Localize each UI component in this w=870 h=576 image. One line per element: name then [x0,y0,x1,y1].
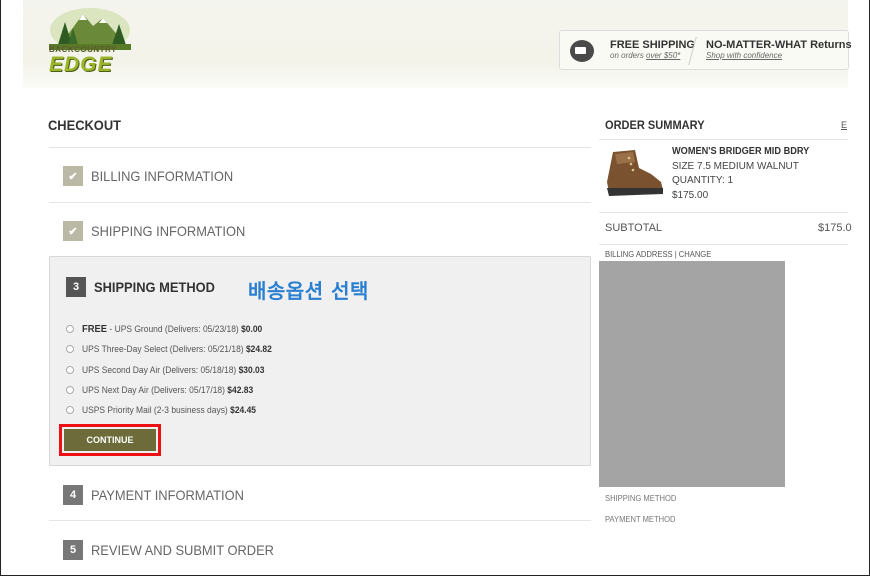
product-quantity: QUANTITY: 1 [672,175,734,186]
option-text: UPS Next Day Air (Delivers: 05/17/18) $4… [82,385,253,395]
shipping-option[interactable]: USPS Priority Mail (2-3 business days) $… [66,400,284,420]
radio-button[interactable] [66,325,74,334]
step-label: SHIPPING INFORMATION [91,223,246,239]
edit-cart-link[interactable]: E [841,120,847,130]
redacted-address-block [599,261,785,487]
option-price: $0.00 [241,323,263,334]
product-price: $175.00 [672,189,709,201]
radio-button[interactable] [66,386,74,395]
divider [599,244,848,245]
option-detail: - UPS Ground (Delivers: 05/23/18) [107,323,242,334]
returns-title: NO-MATTER-WHAT Returns [706,39,852,51]
option-detail: UPS Second Day Air (Delivers: 05/18/18) [82,364,239,375]
step-number: 5 [63,540,83,560]
truck-icon [570,40,594,62]
option-text: UPS Three-Day Select (Delivers: 05/21/18… [82,344,272,354]
option-price: $42.83 [227,385,254,396]
step-label: SHIPPING METHOD [94,279,215,295]
shipping-option[interactable]: UPS Second Day Air (Delivers: 05/18/18) … [66,360,284,380]
subtotal-value: $175.0 [818,222,852,234]
divider [49,202,591,203]
radio-button[interactable] [66,365,74,374]
shipping-option[interactable]: UPS Three-Day Select (Delivers: 05/21/18… [66,339,284,359]
free-shipping-sub-prefix: on orders [610,51,647,60]
logo-wordmark-edge: EDGE [49,53,113,76]
free-shipping-title: FREE SHIPPING [610,39,695,51]
page-title: CHECKOUT [48,117,121,133]
option-price: $30.03 [238,364,265,375]
option-detail: UPS Three-Day Select (Delivers: 05/21/18… [82,344,246,355]
payment-method-label: PAYMENT METHOD [605,515,676,524]
divider [599,212,848,213]
continue-button[interactable]: CONTINUE [64,429,156,451]
annotation-text: 배송옵션 선택 [248,279,369,303]
shipping-option[interactable]: UPS Next Day Air (Delivers: 05/17/18) $4… [66,380,284,400]
product-size: SIZE 7.5 MEDIUM WALNUT [672,160,799,172]
step-shipping-method: 3 SHIPPING METHOD [66,277,225,297]
option-name: FREE [82,323,108,335]
step-payment-information[interactable]: 4 PAYMENT INFORMATION [63,485,257,505]
check-icon: ✔ [63,166,83,186]
product-image[interactable] [605,148,665,200]
option-text: UPS Second Day Air (Delivers: 05/18/18) … [82,365,264,375]
option-detail: UPS Next Day Air (Delivers: 05/17/18) [82,385,228,396]
free-shipping-promo: FREE SHIPPING on orders over $50* [610,39,695,60]
step-label: PAYMENT INFORMATION [91,487,244,503]
step-number: 4 [63,485,83,505]
radio-button[interactable] [66,406,74,415]
continue-highlight: CONTINUE [59,424,161,456]
free-shipping-link[interactable]: over $50* [646,51,680,60]
step-billing-information[interactable]: ✔ BILLING INFORMATION [63,166,246,186]
billing-address-label[interactable]: BILLING ADDRESS | CHANGE [605,250,711,259]
divider [599,139,848,140]
promo-banner: FREE SHIPPING on orders over $50* NO-MAT… [559,30,852,70]
order-summary-title: ORDER SUMMARY [605,118,705,132]
option-text: USPS Priority Mail (2-3 business days) $… [82,405,256,415]
step-label: BILLING INFORMATION [91,168,234,184]
shipping-method-label: SHIPPING METHOD [605,494,677,503]
step-review-submit[interactable]: 5 REVIEW AND SUBMIT ORDER [63,540,290,560]
option-text: FREE - UPS Ground (Delivers: 05/23/18) $… [82,324,262,335]
divider [49,520,591,521]
free-shipping-subtitle: on orders over $50* [610,51,695,60]
option-detail: USPS Priority Mail (2-3 business days) [82,405,231,416]
returns-link[interactable]: Shop with confidence [706,51,782,60]
divider [49,147,591,148]
shipping-method-panel: 3 SHIPPING METHOD 배송옵션 선택 FREE - UPS Gro… [49,256,591,466]
shipping-options: FREE - UPS Ground (Delivers: 05/23/18) $… [66,319,284,420]
option-price: $24.82 [245,344,272,355]
product-name[interactable]: WOMEN'S BRIDGER MID BDRY [672,145,809,160]
boot-icon [607,150,663,196]
radio-button[interactable] [66,345,74,354]
site-header: BACKCOUNTRY EDGE FREE SHIPPING on orders… [23,0,852,88]
product-details: WOMEN'S BRIDGER MID BDRY SIZE 7.5 MEDIUM… [672,145,821,203]
returns-subtitle[interactable]: Shop with confidence [706,51,852,60]
option-price: $24.45 [230,405,256,416]
shipping-option[interactable]: FREE - UPS Ground (Delivers: 05/23/18) $… [66,319,284,339]
check-icon: ✔ [63,221,83,241]
page-frame: BACKCOUNTRY EDGE FREE SHIPPING on orders… [0,0,870,576]
step-number: 3 [66,277,86,297]
subtotal-label: SUBTOTAL [605,222,663,234]
step-label: REVIEW AND SUBMIT ORDER [91,542,274,558]
step-shipping-information[interactable]: ✔ SHIPPING INFORMATION [63,221,259,241]
returns-promo: NO-MATTER-WHAT Returns Shop with confide… [706,39,852,60]
